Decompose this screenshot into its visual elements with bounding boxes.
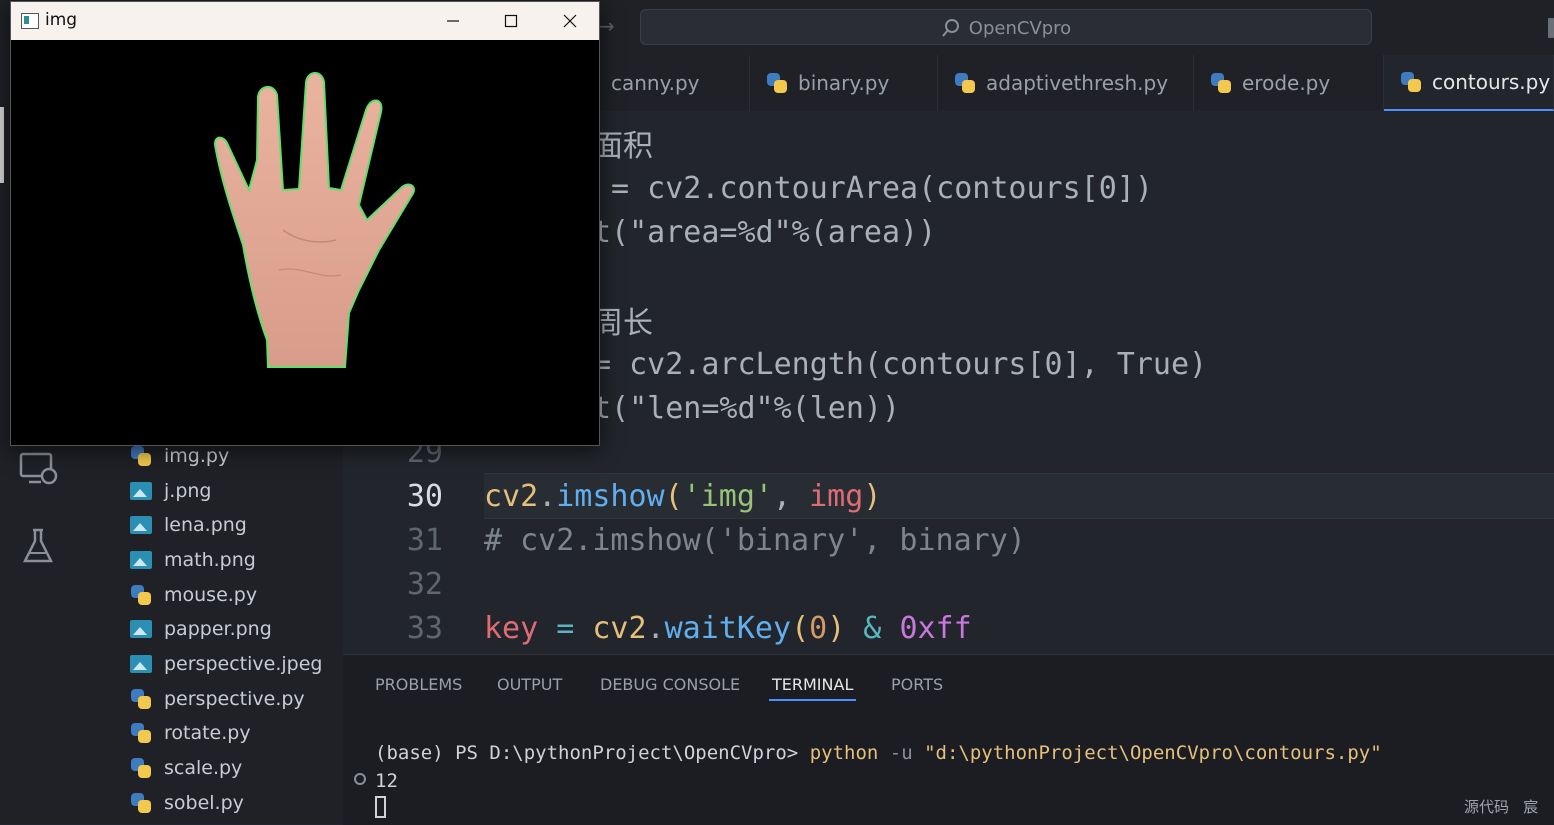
file-name: perspective.jpeg [164, 653, 323, 675]
file-item[interactable]: lena.png [130, 510, 247, 540]
python-file-icon [1210, 72, 1232, 94]
python-file-icon [130, 722, 152, 744]
tab-label: adaptivethresh.py [986, 71, 1169, 95]
panel-tab-problems[interactable]: PROBLEMS [375, 675, 462, 694]
remote-explorer-icon[interactable] [19, 452, 59, 488]
forward-arrow-icon[interactable]: → [598, 14, 615, 38]
image-file-icon [130, 482, 152, 500]
hand-contour-image [213, 72, 415, 368]
active-indicator [0, 107, 4, 183]
terminal-command-line[interactable]: (base) PS D:\pythonProject\OpenCVpro> py… [375, 742, 1382, 764]
file-item[interactable]: perspective.jpeg [130, 649, 322, 679]
opencv-image-window[interactable]: img [10, 1, 600, 446]
file-item[interactable]: mouse.py [130, 580, 257, 610]
editor-tab-bar: canny.py binary.py adaptivethresh.py ero… [560, 55, 1554, 111]
search-icon [942, 19, 959, 37]
file-name: img.py [164, 445, 230, 467]
python-file-icon [130, 584, 152, 606]
line-number: 32 [406, 566, 443, 602]
line-number: 30 [406, 478, 443, 514]
line-number: 33 [406, 610, 443, 646]
terminal-command: python [809, 742, 879, 764]
file-name: j.png [164, 480, 212, 502]
tab-erode[interactable]: erode.py [1194, 55, 1384, 111]
python-file-icon [130, 757, 152, 779]
image-file-icon [130, 620, 152, 638]
minimize-button[interactable] [424, 2, 482, 40]
file-item[interactable]: j.png [130, 476, 211, 506]
close-button[interactable] [541, 2, 599, 40]
image-file-icon [130, 655, 152, 673]
python-file-icon [1400, 71, 1422, 93]
code-text: 周长 [593, 306, 653, 341]
tab-label: canny.py [611, 71, 700, 95]
image-file-icon [130, 516, 152, 534]
file-item[interactable]: sobel.py [130, 788, 244, 818]
window-app-icon [21, 13, 39, 29]
file-name: lena.png [164, 514, 247, 536]
bottom-panel: PROBLEMS OUTPUT DEBUG CONSOLE TERMINAL P… [343, 654, 1554, 825]
code-text: 面积 [593, 129, 653, 164]
python-file-icon [954, 72, 976, 94]
file-name: perspective.py [164, 688, 305, 710]
file-name: papper.png [164, 618, 272, 640]
file-name: scale.py [164, 757, 243, 779]
code-text: = cv2.arcLength(contours[0], True) [593, 346, 1208, 382]
python-file-icon [130, 688, 152, 710]
terminal-flag: -u [878, 742, 925, 764]
close-icon [563, 14, 577, 28]
panel-tab-debug-console[interactable]: DEBUG CONSOLE [600, 675, 740, 694]
panel-tab-ports[interactable]: PORTS [891, 675, 943, 694]
terminal-prompt: (base) PS D:\pythonProject\OpenCVpro> [375, 742, 810, 764]
panel-tab-output[interactable]: OUTPUT [497, 675, 562, 694]
maximize-icon [504, 14, 518, 28]
panel-tab-terminal[interactable]: TERMINAL [772, 675, 853, 694]
search-box-content: OpenCVpro [641, 10, 1371, 46]
tab-label: contours.py [1432, 70, 1551, 94]
file-item[interactable]: math.png [130, 545, 256, 575]
terminal-output: 12 [375, 770, 398, 792]
tab-binary[interactable]: binary.py [750, 55, 938, 111]
maximize-button[interactable] [482, 2, 540, 40]
command-center-search[interactable]: OpenCVpro [640, 9, 1372, 45]
tab-contours[interactable]: contours.py [1384, 55, 1554, 111]
file-name: math.png [164, 549, 256, 571]
file-name: sobel.py [164, 792, 244, 814]
terminal-cursor [375, 796, 386, 818]
file-item[interactable]: rotate.py [130, 718, 251, 748]
search-label: OpenCVpro [968, 17, 1072, 39]
file-item[interactable]: scale.py [130, 753, 242, 783]
file-name: rotate.py [164, 722, 251, 744]
code-text: = cv2.contourArea(contours[0]) [593, 170, 1153, 206]
code-text: key = cv2.waitKey(0) & 0xff [484, 610, 972, 646]
command-decoration-icon[interactable] [354, 773, 366, 785]
window-edge-control [1548, 18, 1554, 38]
file-item[interactable]: papper.png [130, 614, 272, 644]
tab-label: erode.py [1242, 71, 1331, 95]
line-number: 31 [406, 522, 443, 558]
code-text: t("area=%d"%(area)) [593, 214, 937, 250]
image-window-titlebar[interactable]: img [11, 2, 599, 40]
code-text: t("len=%d"%(len)) [593, 390, 901, 426]
minimize-icon [447, 20, 459, 22]
flask-icon[interactable] [22, 527, 54, 565]
window-title: img [45, 10, 78, 30]
python-file-icon [130, 445, 152, 467]
terminal-path: "d:\pythonProject\OpenCVpro\contours.py" [924, 742, 1382, 764]
code-text: cv2.imshow('img', img) [484, 478, 882, 514]
image-file-icon [130, 551, 152, 569]
file-item[interactable]: perspective.py [130, 684, 305, 714]
tab-label: binary.py [798, 71, 890, 95]
file-name: mouse.py [164, 584, 258, 606]
image-canvas [11, 40, 599, 445]
code-comment: # cv2.imshow('binary', binary) [484, 522, 1026, 558]
python-file-icon [130, 792, 152, 814]
python-file-icon [766, 72, 788, 94]
tab-adaptivethresh[interactable]: adaptivethresh.py [938, 55, 1194, 111]
watermark-text: 源代码 宸 [1464, 798, 1539, 816]
active-tab-underline [769, 699, 856, 701]
